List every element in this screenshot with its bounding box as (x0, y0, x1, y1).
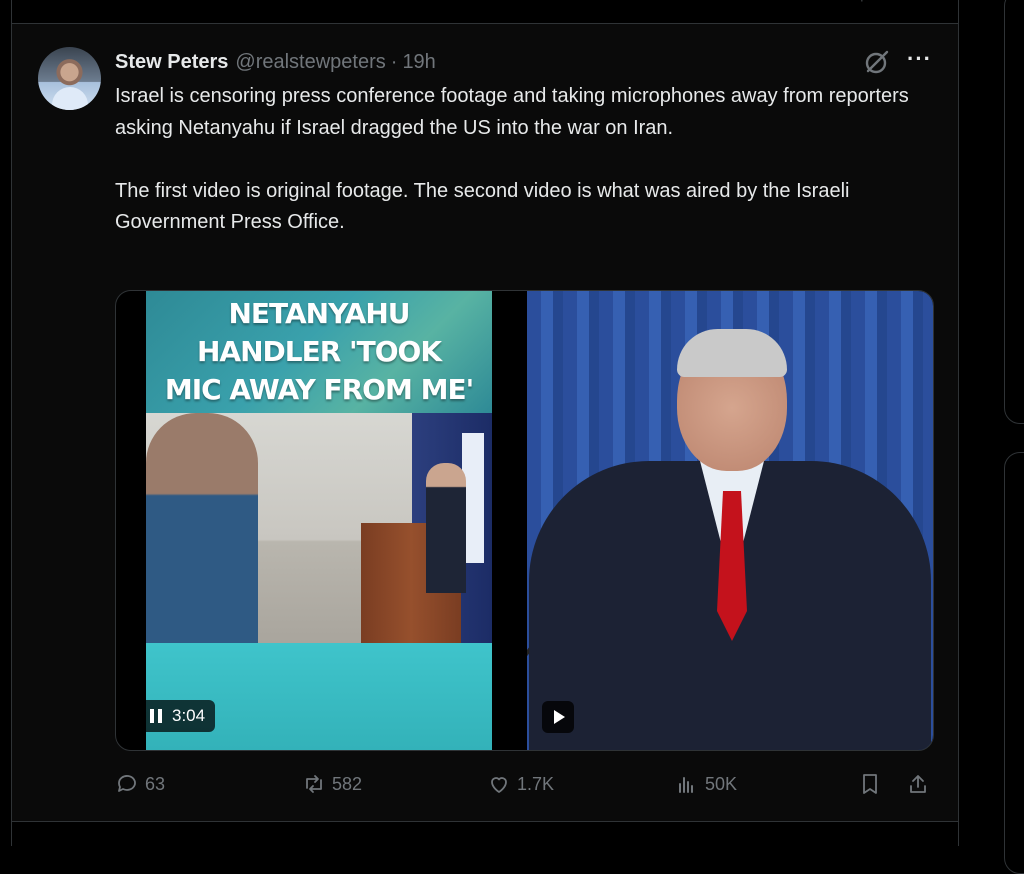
video-2[interactable] (527, 291, 933, 750)
tweet-text-paragraph: The first video is original footage. The… (115, 179, 850, 234)
column-border-right (958, 0, 959, 846)
share-icon[interactable]: ↑ (858, 0, 866, 6)
tweet-header: Stew Peters @realstewpeters · 19h (115, 49, 436, 75)
timestamp[interactable]: 19h (402, 51, 435, 74)
media-grid[interactable]: NETANYAHU HANDLER 'TOOK MIC AWAY FROM ME… (115, 290, 934, 751)
video-duration-badge[interactable]: 3:04 (140, 700, 216, 732)
more-icon[interactable]: ··· (907, 46, 932, 72)
tweet-text: Israel is censoring press conference foo… (115, 81, 935, 239)
like-icon (491, 777, 507, 793)
views-count: 50K (705, 773, 738, 794)
reply-icon (118, 775, 136, 792)
video-1-footer (146, 643, 492, 750)
video-1[interactable]: NETANYAHU HANDLER 'TOOK MIC AWAY FROM ME… (146, 291, 492, 750)
reply-button[interactable]: 63 (115, 772, 165, 796)
play-icon[interactable] (542, 701, 574, 733)
share-button[interactable] (906, 772, 930, 796)
views-button[interactable]: 50K (675, 772, 737, 796)
avatar[interactable] (38, 47, 101, 110)
repost-icon (306, 775, 322, 793)
author-name[interactable]: Stew Peters (115, 51, 228, 74)
video-duration: 3:04 (172, 706, 206, 725)
author-handle[interactable]: @realstewpeters (235, 51, 385, 74)
tweet-text-paragraph: Israel is censoring press conference foo… (115, 85, 909, 139)
bookmark-button[interactable] (858, 772, 882, 796)
pause-icon[interactable] (150, 709, 162, 723)
right-panel-card (1004, 452, 1024, 874)
video-1-frame (146, 413, 492, 643)
video-1-overlay-title: NETANYAHU HANDLER 'TOOK MIC AWAY FROM ME… (164, 297, 474, 406)
reply-count: 63 (145, 773, 166, 794)
bookmark-icon (863, 774, 877, 794)
like-button[interactable]: 1.7K (487, 772, 554, 796)
grok-icon[interactable] (864, 49, 890, 75)
tweet[interactable]: Stew Peters @realstewpeters · 19h ··· Is… (12, 24, 958, 821)
right-panel-card (1004, 0, 1024, 424)
repost-button[interactable]: 582 (302, 772, 362, 796)
share-icon (910, 775, 926, 793)
divider (11, 821, 959, 822)
like-count: 1.7K (517, 773, 555, 794)
views-icon (679, 777, 693, 793)
video-1-banner: NETANYAHU HANDLER 'TOOK MIC AWAY FROM ME… (146, 291, 492, 413)
separator: · (390, 50, 398, 73)
tweet-actions: 63 582 1.7K 50K (115, 772, 935, 802)
repost-count: 582 (332, 773, 363, 794)
